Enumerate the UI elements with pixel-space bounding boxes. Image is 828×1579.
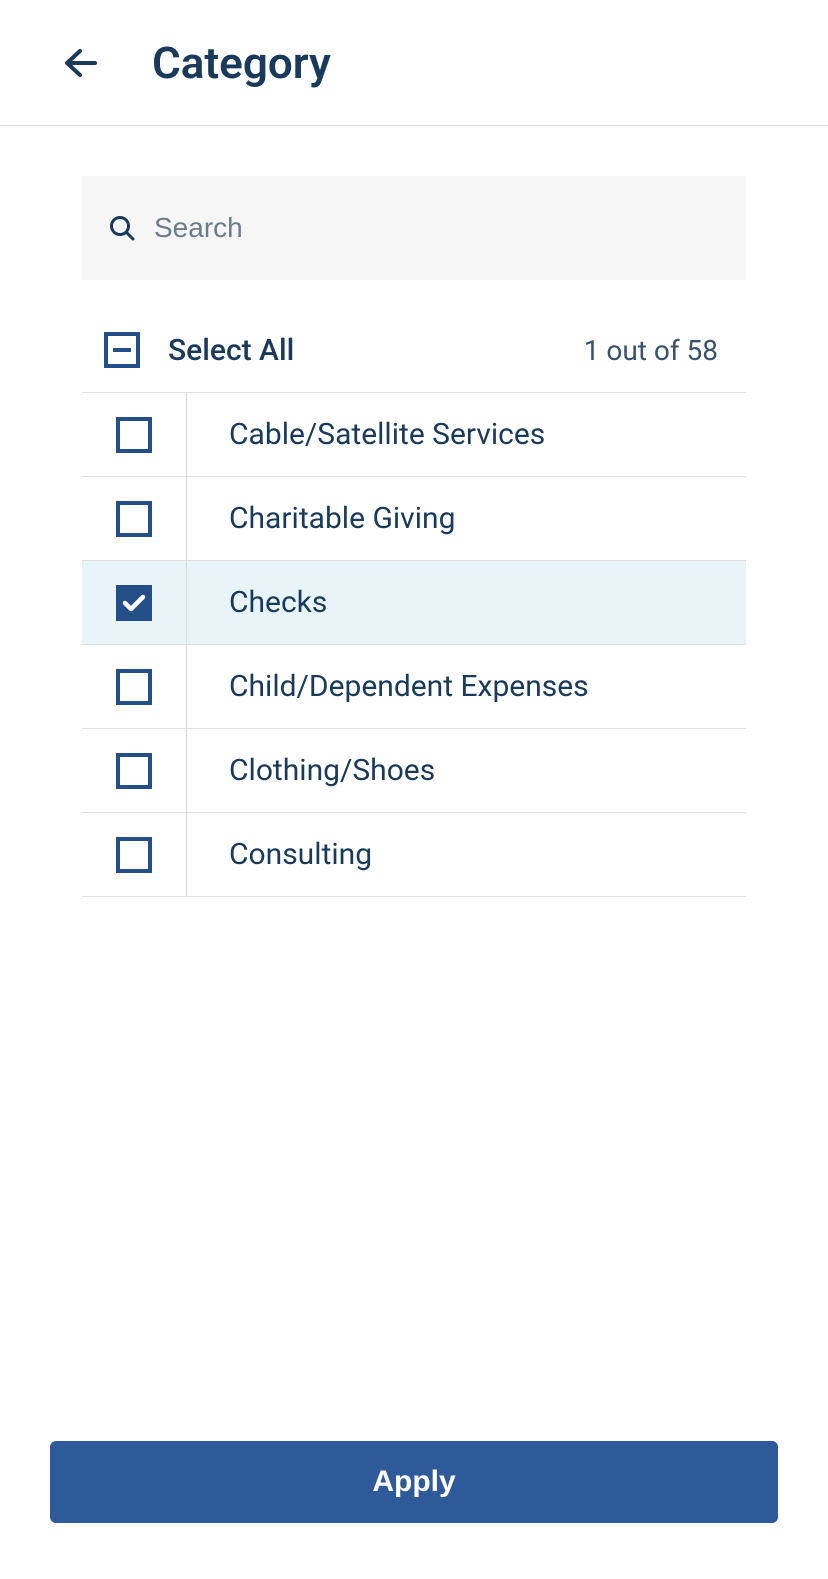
selection-count: 1 out of 58: [584, 334, 746, 367]
category-row[interactable]: Charitable Giving: [82, 477, 746, 561]
page-title: Category: [152, 37, 331, 89]
category-label: Clothing/Shoes: [187, 753, 435, 788]
category-checkbox-cell: [82, 477, 186, 560]
category-row[interactable]: Clothing/Shoes: [82, 729, 746, 813]
category-list: Cable/Satellite Services Charitable Givin…: [82, 392, 746, 897]
category-checkbox[interactable]: [116, 837, 152, 873]
category-checkbox[interactable]: [116, 585, 152, 621]
category-checkbox-cell: [82, 561, 186, 644]
category-checkbox[interactable]: [116, 753, 152, 789]
category-row[interactable]: Consulting: [82, 813, 746, 897]
category-row[interactable]: Child/Dependent Expenses: [82, 645, 746, 729]
content: Select All 1 out of 58 Cable/Satellite S…: [0, 126, 828, 922]
header: Category: [0, 0, 828, 126]
select-all-checkbox[interactable]: [104, 332, 140, 368]
category-checkbox-cell: [82, 645, 186, 728]
category-row[interactable]: Checks: [82, 561, 746, 645]
category-label: Cable/Satellite Services: [187, 417, 545, 452]
select-all-row[interactable]: Select All 1 out of 58: [82, 312, 746, 392]
back-button[interactable]: [60, 43, 100, 83]
category-checkbox[interactable]: [116, 501, 152, 537]
search-input[interactable]: [154, 212, 720, 244]
search-box[interactable]: [82, 176, 746, 280]
check-icon: [122, 593, 146, 613]
category-checkbox-cell: [82, 393, 186, 476]
category-row[interactable]: Cable/Satellite Services: [82, 393, 746, 477]
category-label: Consulting: [187, 837, 372, 872]
select-all-label: Select All: [168, 333, 294, 368]
category-checkbox-cell: [82, 729, 186, 812]
category-label: Child/Dependent Expenses: [187, 669, 589, 704]
category-checkbox[interactable]: [116, 669, 152, 705]
category-checkbox[interactable]: [116, 417, 152, 453]
category-label: Checks: [187, 585, 327, 620]
category-checkbox-cell: [82, 813, 186, 896]
search-icon: [108, 214, 136, 242]
footer: Apply: [50, 1441, 778, 1523]
category-label: Charitable Giving: [187, 501, 455, 536]
category-list-viewport[interactable]: Cable/Satellite Services Charitable Givin…: [82, 392, 746, 922]
apply-button[interactable]: Apply: [50, 1441, 778, 1523]
arrow-left-icon: [63, 48, 97, 78]
